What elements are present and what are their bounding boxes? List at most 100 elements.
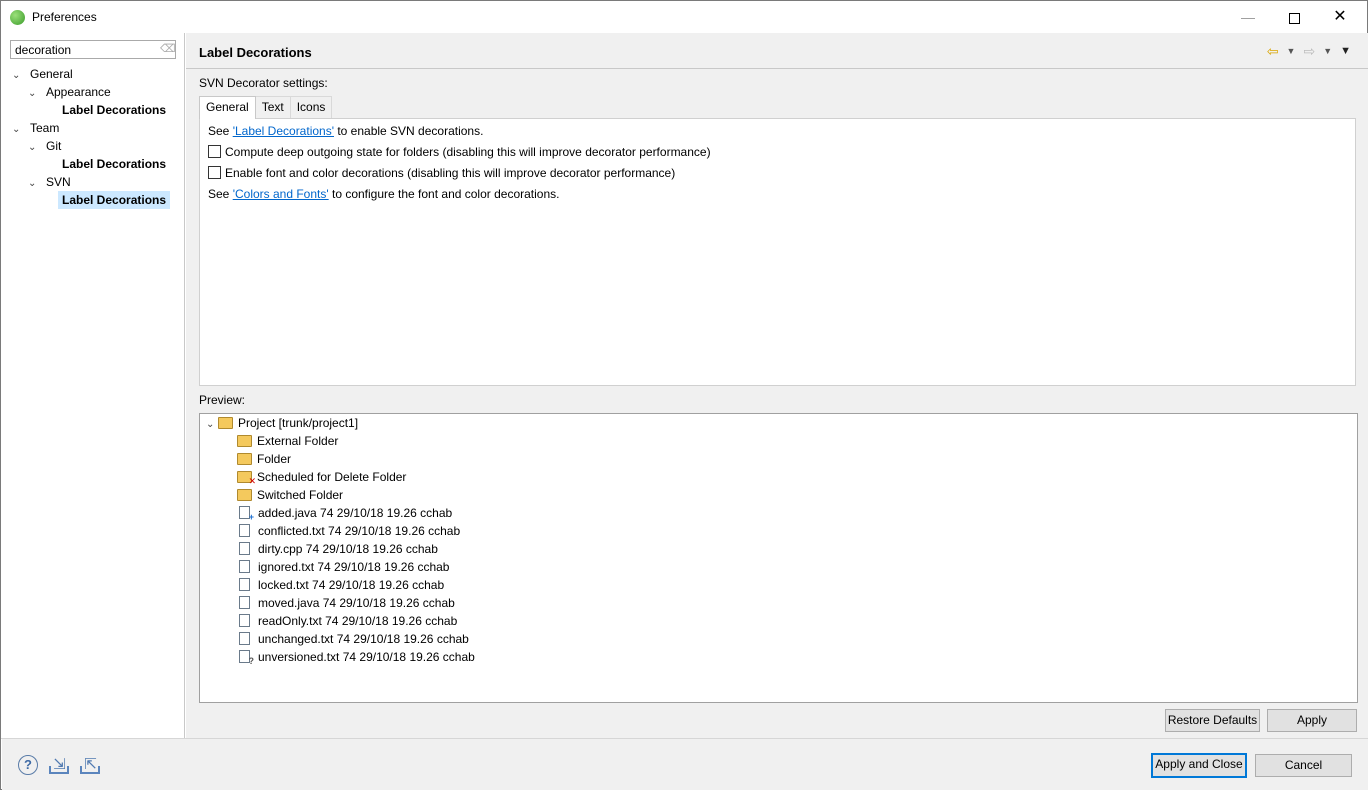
project-node[interactable]: ⌄ Project [trunk/project1] [206,414,358,432]
tab-general[interactable]: General [199,96,256,119]
tree-item[interactable]: Label Decorations [62,155,166,173]
preview-item-label: moved.java 74 29/10/18 19.26 cchab [258,596,455,610]
export-tray-icon [80,766,100,774]
tree-item-label: Label Decorations [62,193,167,207]
restore-defaults-button[interactable]: Restore Defaults [1165,709,1260,732]
tab-icons[interactable]: Icons [289,96,333,118]
font-color-label: Enable font and color decorations (disab… [225,166,676,180]
app-icon [10,10,25,25]
chevron-down-icon[interactable]: ⌄ [12,67,24,85]
preferences-window: Preferences — ✕ ⌫ ⌄ General ⌄ Appearance Lab… [0,0,1368,790]
preview-file-node[interactable]: ? unversioned.txt 74 29/10/18 19.26 cchab [237,648,475,666]
colors-fonts-hint: See 'Colors and Fonts' to configure the … [208,185,559,203]
preview-item-label: dirty.cpp 74 29/10/18 19.26 cchab [258,542,438,556]
maximize-icon [1288,12,1300,24]
deep-outgoing-label: Compute deep outgoing state for folders … [225,145,711,159]
preview-file-node[interactable]: dirty.cpp 74 29/10/18 19.26 cchab [237,540,438,558]
preview-item-label: Switched Folder [257,488,344,502]
clear-filter-icon[interactable]: ⌫ [160,43,176,55]
preview-file-node[interactable]: conflicted.txt 74 29/10/18 19.26 cchab [237,522,460,540]
preview-item-label: readOnly.txt 74 29/10/18 19.26 cchab [258,614,458,628]
preview-file-node[interactable]: + added.java 74 29/10/18 19.26 cchab [237,504,452,522]
tree-item[interactable]: ⌄ Appearance [28,83,111,101]
tree-item-label: General [30,67,73,81]
forward-arrow-icon[interactable]: ⇨ [1303,43,1315,60]
chevron-down-icon[interactable]: ⌄ [12,121,24,139]
chevron-down-icon[interactable]: ⌄ [206,416,218,434]
tree-item[interactable]: ⌄ General [12,65,73,83]
help-icon[interactable]: ? [18,755,38,775]
tree-item[interactable]: ⌄ SVN [28,173,71,191]
tree-item-label: Label Decorations [62,103,167,117]
file-icon [239,524,250,537]
font-color-option[interactable]: Enable font and color decorations (disab… [208,164,675,182]
font-color-checkbox[interactable] [208,166,221,179]
deep-outgoing-option[interactable]: Compute deep outgoing state for folders … [208,143,711,161]
preview-folder-node[interactable]: Switched Folder [237,486,343,504]
cancel-button[interactable]: Cancel [1255,754,1352,777]
forward-history-dropdown-icon[interactable]: ▼ [1323,46,1332,56]
filter-field[interactable]: ⌫ [10,40,176,59]
preview-file-node[interactable]: unchanged.txt 74 29/10/18 19.26 cchab [237,630,469,648]
maximize-button[interactable] [1271,1,1317,33]
chevron-down-icon[interactable]: ⌄ [28,85,40,103]
file-icon [239,560,250,573]
folder-icon: ✕ [237,471,256,486]
tree-item-label: Git [46,139,62,153]
label-decorations-hint: See 'Label Decorations' to enable SVN de… [208,122,483,140]
preview-item-label: Scheduled for Delete Folder [257,470,407,484]
minimize-button[interactable]: — [1225,1,1271,33]
file-icon [239,596,250,609]
tree-item[interactable]: ⌄ Team [12,119,59,137]
folder-icon [237,435,252,447]
preview-item-label: locked.txt 74 29/10/18 19.26 cchab [258,578,445,592]
chevron-down-icon[interactable]: ⌄ [28,139,40,157]
tree-item[interactable]: Label Decorations [62,101,166,119]
colors-and-fonts-link[interactable]: 'Colors and Fonts' [233,187,329,201]
chevron-down-icon[interactable]: ⌄ [28,175,40,193]
page-nav: ⇦ ▼ ⇨ ▼ ▼ [1267,42,1351,60]
preview-file-node[interactable]: locked.txt 74 29/10/18 19.26 cchab [237,576,444,594]
tree-item[interactable]: Label Decorations [58,191,171,209]
filter-input[interactable] [11,41,151,58]
apply-and-close-button[interactable]: Apply and Close [1151,753,1247,778]
preview-file-node[interactable]: ignored.txt 74 29/10/18 19.26 cchab [237,558,449,576]
tree-item-label: Appearance [46,85,111,99]
export-icon[interactable]: ⇱ [80,756,101,774]
file-icon [239,578,250,591]
preview-tree[interactable]: ⌄ Project [trunk/project1] External Folde… [199,413,1358,703]
tab-text[interactable]: Text [254,96,291,118]
folder-icon [237,489,252,501]
import-icon[interactable]: ⇲ [49,756,70,774]
header-divider [186,68,1368,69]
preview-folder-node[interactable]: Folder [237,450,291,468]
view-menu-icon[interactable]: ▼ [1340,45,1351,57]
tree-item-label: Team [30,121,60,135]
preview-item-label: External Folder [257,434,339,448]
file-icon: + [239,506,254,522]
general-tab-body: See 'Label Decorations' to enable SVN de… [199,118,1356,386]
preview-file-node[interactable]: moved.java 74 29/10/18 19.26 cchab [237,594,455,612]
preview-item-label: Folder [257,452,292,466]
label-decorations-link[interactable]: 'Label Decorations' [233,124,334,138]
preview-file-node[interactable]: readOnly.txt 74 29/10/18 19.26 cchab [237,612,457,630]
tab-strip: General Text Icons [199,96,333,119]
close-button[interactable]: ✕ [1317,1,1363,33]
preview-folder-node[interactable]: External Folder [237,432,338,450]
preview-item-label: added.java 74 29/10/18 19.26 cchab [258,506,453,520]
decorator-overlay-icon: ? [248,656,255,666]
file-icon [239,614,250,627]
preview-folder-node[interactable]: ✕ Scheduled for Delete Folder [237,468,406,486]
apply-button[interactable]: Apply [1267,709,1357,732]
decorator-overlay-icon: + [248,512,254,522]
back-history-dropdown-icon[interactable]: ▼ [1287,46,1296,56]
preview-label: Preview: [199,393,246,407]
file-icon: ? [239,650,254,666]
project-folder-icon [218,417,233,429]
page-title: Label Decorations [199,45,312,60]
deep-outgoing-checkbox[interactable] [208,145,221,158]
file-icon [239,632,250,645]
file-icon [239,542,250,555]
tree-item[interactable]: ⌄ Git [28,137,61,155]
back-arrow-icon[interactable]: ⇦ [1267,43,1279,60]
